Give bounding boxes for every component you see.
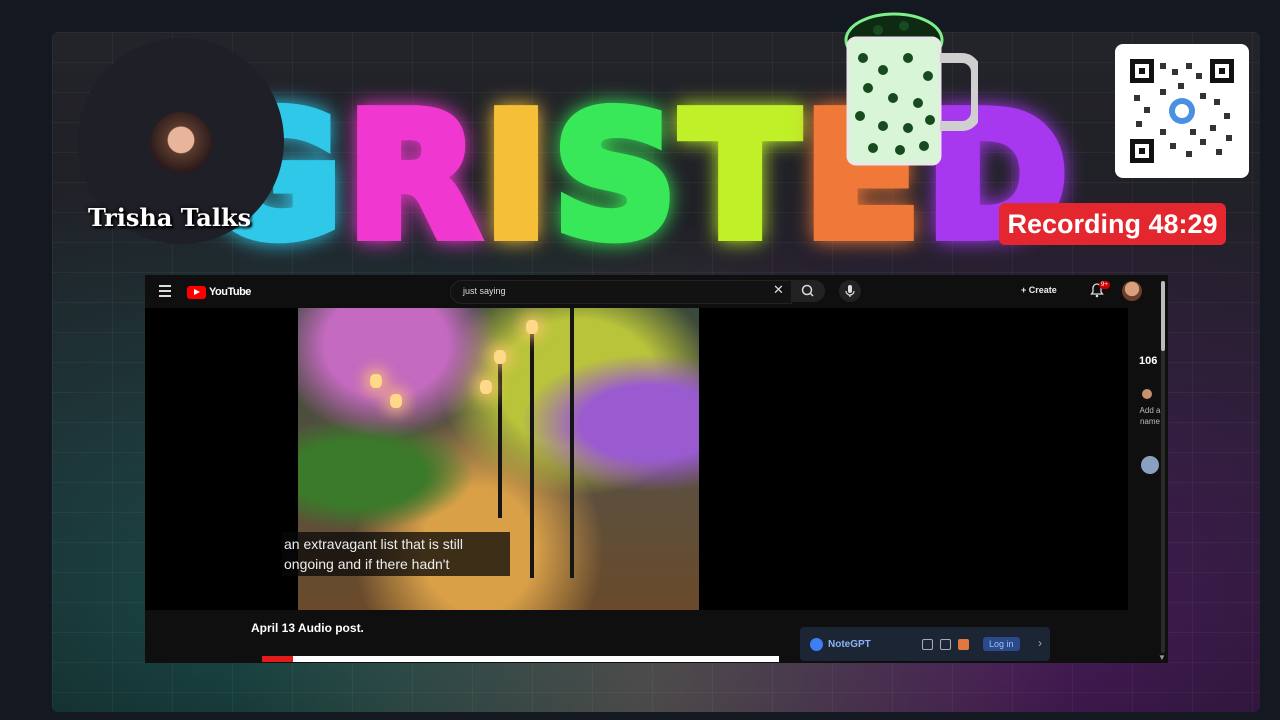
lamp-light bbox=[370, 374, 382, 388]
youtube-play-icon bbox=[187, 285, 206, 299]
youtube-logo-text: YouTube bbox=[209, 286, 251, 298]
video-player[interactable]: an extravagant list that is still ongoin… bbox=[145, 308, 1128, 610]
beer-mug-icon bbox=[844, 12, 978, 166]
recording-indicator: Recording 48:29 bbox=[999, 203, 1226, 245]
lamp-light bbox=[494, 350, 506, 364]
plus-icon: + bbox=[1021, 285, 1029, 295]
youtube-topbar: YouTube just saying ✕ + Create 9+ bbox=[145, 275, 1168, 308]
create-label: Create bbox=[1028, 285, 1057, 295]
search-input-value: just saying bbox=[463, 286, 506, 296]
notegpt-name: NoteGPT bbox=[828, 639, 871, 650]
search-icon bbox=[801, 284, 814, 297]
voice-search-button[interactable] bbox=[839, 280, 861, 302]
add-name-link[interactable]: Add a name bbox=[1138, 405, 1162, 427]
side-thumbnail[interactable] bbox=[1141, 456, 1159, 474]
camera-name-label: Trisha Talks bbox=[88, 203, 252, 232]
search-input[interactable]: just saying bbox=[450, 280, 792, 304]
create-button[interactable]: + Create bbox=[1021, 285, 1057, 295]
video-caption: an extravagant list that is still ongoin… bbox=[282, 532, 510, 576]
caption-line: ongoing and if there hadn't bbox=[284, 556, 450, 572]
lamp-post bbox=[530, 328, 534, 578]
caption-line: an extravagant list that is still bbox=[284, 536, 463, 552]
lamp-light bbox=[526, 320, 538, 334]
webcam-face bbox=[150, 112, 212, 174]
video-progress-bar[interactable] bbox=[262, 656, 779, 662]
copy-icon[interactable] bbox=[940, 639, 951, 650]
qr-code bbox=[1115, 44, 1249, 178]
search-button[interactable] bbox=[791, 280, 825, 302]
lamp-light bbox=[390, 394, 402, 408]
notegpt-extension-bar: NoteGPT Log in › bbox=[800, 627, 1050, 661]
microphone-icon bbox=[845, 285, 855, 297]
screenshot-icon[interactable] bbox=[922, 639, 933, 650]
video-title[interactable]: April 13 Audio post. bbox=[251, 621, 364, 635]
scrollbar-thumb[interactable] bbox=[1161, 281, 1165, 351]
video-progress-fill bbox=[262, 656, 294, 662]
side-avatar bbox=[1142, 389, 1152, 399]
youtube-logo[interactable]: YouTube bbox=[187, 285, 251, 299]
hamburger-menu-icon[interactable] bbox=[159, 285, 171, 297]
chevron-right-icon[interactable]: › bbox=[1038, 636, 1042, 650]
lamp-light bbox=[480, 380, 492, 394]
lamp-post bbox=[570, 308, 574, 578]
login-button[interactable]: Log in bbox=[983, 637, 1020, 651]
notegpt-logo-icon bbox=[810, 638, 823, 651]
notification-badge: 9+ bbox=[1099, 281, 1110, 289]
lamp-post bbox=[498, 358, 502, 518]
side-count: 106 bbox=[1139, 355, 1158, 367]
youtube-window: YouTube just saying ✕ + Create 9+ an ext… bbox=[145, 275, 1168, 663]
qr-code-icon bbox=[1130, 59, 1234, 163]
user-avatar[interactable] bbox=[1122, 281, 1142, 301]
delete-icon[interactable] bbox=[958, 639, 969, 650]
scroll-down-icon[interactable]: ▼ bbox=[1158, 653, 1166, 662]
clear-search-icon[interactable]: ✕ bbox=[773, 283, 784, 297]
